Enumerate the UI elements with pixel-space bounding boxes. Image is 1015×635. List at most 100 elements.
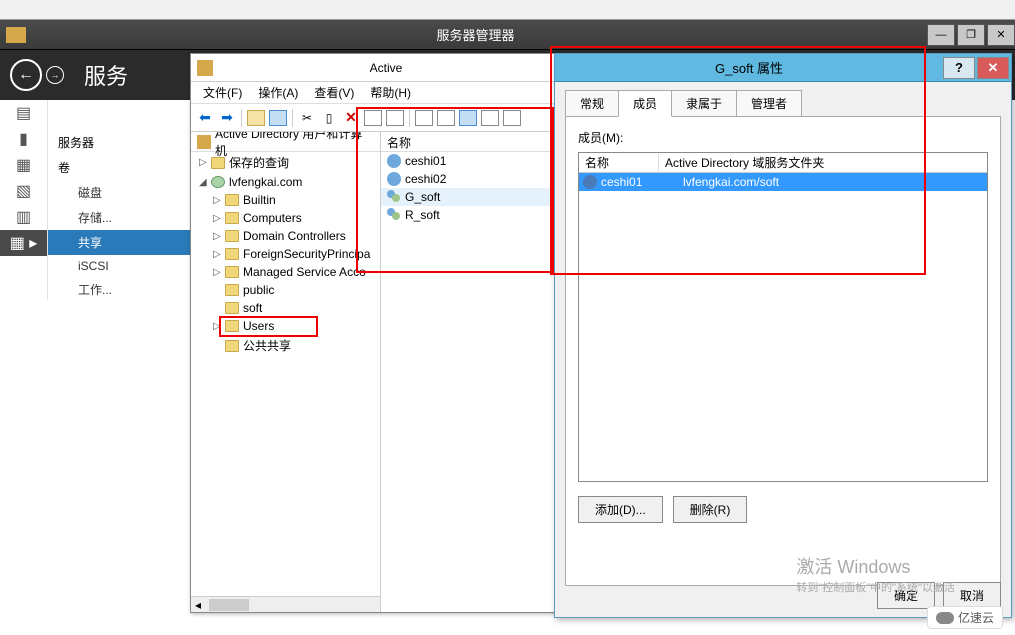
tb-sep — [292, 109, 293, 127]
tb-cut-icon[interactable]: ✂ — [297, 108, 317, 128]
add-button[interactable]: 添加(D)... — [578, 496, 663, 523]
tree-node[interactable]: public — [191, 281, 380, 299]
tb-properties-icon[interactable] — [268, 108, 288, 128]
group-icon — [387, 190, 401, 204]
aduc-title-bar: Active — [191, 54, 559, 82]
tb-copy-icon[interactable]: ▯ — [319, 108, 339, 128]
sidebar-item-shares[interactable]: 共享 — [48, 230, 190, 255]
tree-header: Active Directory 用户和计算机 — [191, 132, 380, 152]
sidebar-item-storage[interactable]: 存储... — [48, 205, 190, 230]
expander-icon[interactable]: ▷ — [213, 249, 225, 260]
aduc-window: Active 文件(F) 操作(A) 查看(V) 帮助(H) ⬅ ➡ ✂ ▯ ✕… — [190, 53, 560, 613]
rail-server-icon[interactable]: ▮ — [0, 126, 47, 152]
tb-back-icon[interactable]: ⬅ — [195, 108, 215, 128]
menu-action[interactable]: 操作(A) — [250, 84, 306, 101]
close-button[interactable]: ✕ — [987, 24, 1015, 46]
tb-action4-icon[interactable] — [480, 108, 500, 128]
list-header-name[interactable]: 名称 — [381, 132, 559, 152]
rail-shares-icon[interactable]: ▦ ▸ — [0, 230, 47, 256]
expander-icon[interactable]: ▷ — [213, 231, 225, 242]
user-icon — [387, 154, 401, 168]
members-list[interactable]: 名称 Active Directory 域服务文件夹 ceshi01lvfeng… — [578, 152, 988, 482]
back-button[interactable]: ← — [10, 59, 42, 91]
tb-action1-icon[interactable] — [414, 108, 434, 128]
tree-label: Computers — [243, 211, 302, 225]
tree-node[interactable]: ▷Managed Service Acco — [191, 263, 380, 281]
expander-icon[interactable]: ▷ — [213, 321, 225, 332]
tb-up-icon[interactable] — [246, 108, 266, 128]
rail-volumes-icon[interactable]: ▦ — [0, 152, 47, 178]
tree-node[interactable]: ◢ lvfengkai.com — [191, 173, 380, 191]
tb-refresh-icon[interactable] — [385, 108, 405, 128]
page-title: 服务 — [84, 59, 128, 91]
tb-props-icon[interactable] — [363, 108, 383, 128]
sidebar-item-volumes[interactable]: 卷 — [48, 155, 190, 180]
list-item[interactable]: R_soft — [381, 206, 559, 224]
col-name[interactable]: 名称 — [579, 154, 659, 171]
menu-help[interactable]: 帮助(H) — [362, 84, 419, 101]
tree-pane: Active Directory 用户和计算机 ▷保存的查询◢lvfengkai… — [191, 132, 381, 612]
tab-managedby[interactable]: 管理者 — [736, 90, 802, 117]
forward-button[interactable]: → — [46, 66, 64, 84]
list-item-label: G_soft — [405, 190, 440, 204]
menu-file[interactable]: 文件(F) — [195, 84, 250, 101]
expander-icon[interactable]: ▷ — [213, 195, 225, 206]
expander-icon[interactable]: ▷ — [213, 267, 225, 278]
rail-dashboard-icon[interactable]: ▤ — [0, 100, 47, 126]
expander-icon[interactable]: ▷ — [199, 157, 211, 168]
tree-node[interactable]: 公共共享 — [191, 335, 380, 356]
tree-label: lvfengkai.com — [229, 175, 302, 189]
rail-other2-icon[interactable]: ▥ — [0, 204, 47, 230]
tree-node[interactable]: ▷Users — [191, 317, 380, 335]
tb-action2-icon[interactable] — [436, 108, 456, 128]
list-item[interactable]: G_soft — [381, 188, 559, 206]
tb-sep — [241, 109, 242, 127]
sidebar-item-work[interactable]: 工作... — [48, 277, 190, 302]
tree-label: Domain Controllers — [243, 229, 346, 243]
tree-node[interactable]: ▷Builtin — [191, 191, 380, 209]
expander-icon[interactable]: ◢ — [199, 177, 211, 188]
tb-forward-icon[interactable]: ➡ — [217, 108, 237, 128]
toolbar: ⬅ ➡ ✂ ▯ ✕ — [191, 104, 559, 132]
list-item[interactable]: ceshi01 — [381, 152, 559, 170]
tree-label: public — [243, 283, 274, 297]
member-row[interactable]: ceshi01lvfengkai.com/soft — [579, 173, 987, 191]
sidebar-item-servers[interactable]: 服务器 — [48, 130, 190, 155]
menu-view[interactable]: 查看(V) — [306, 84, 362, 101]
maximize-button[interactable]: ❐ — [957, 24, 985, 46]
sidebar-item-disks[interactable]: 磁盘 — [48, 180, 190, 205]
dialog-close-button[interactable]: ✕ — [977, 57, 1009, 79]
tree-node[interactable]: ▷ForeignSecurityPrincipa — [191, 245, 380, 263]
expander-icon[interactable]: ▷ — [213, 213, 225, 224]
tree-node[interactable]: ▷ Computers — [191, 209, 380, 227]
tb-sep — [409, 109, 410, 127]
tab-body: 成员(M): 名称 Active Directory 域服务文件夹 ceshi0… — [565, 116, 1001, 586]
rail-other1-icon[interactable]: ▧ — [0, 178, 47, 204]
sidebar-icon-rail: ▤ ▮ ▦ ▧ ▥ ▦ ▸ — [0, 100, 48, 300]
horizontal-scrollbar[interactable]: ◂ — [191, 596, 380, 612]
minimize-button[interactable]: — — [927, 24, 955, 46]
aduc-title-text: Active — [219, 61, 553, 75]
tb-delete-icon[interactable]: ✕ — [341, 108, 361, 128]
tree-node[interactable]: soft — [191, 299, 380, 317]
folder-icon — [211, 176, 225, 188]
help-button[interactable]: ? — [943, 57, 975, 79]
col-folder[interactable]: Active Directory 域服务文件夹 — [659, 154, 987, 171]
members-list-header: 名称 Active Directory 域服务文件夹 — [579, 153, 987, 173]
tab-general[interactable]: 常规 — [565, 90, 619, 117]
tree-node[interactable]: ▷ Domain Controllers — [191, 227, 380, 245]
tb-action5-icon[interactable] — [502, 108, 522, 128]
list-item[interactable]: ceshi02 — [381, 170, 559, 188]
remove-button[interactable]: 删除(R) — [673, 496, 748, 523]
sidebar-item-iscsi[interactable]: iSCSI — [48, 255, 190, 277]
list-item-label: R_soft — [405, 208, 440, 222]
watermark-line1: 激活 Windows — [796, 553, 955, 579]
tab-memberof[interactable]: 隶属于 — [671, 90, 737, 117]
folder-icon — [225, 212, 239, 224]
folder-icon — [211, 157, 225, 169]
tab-members[interactable]: 成员 — [618, 90, 672, 117]
tree-label: soft — [243, 301, 262, 315]
tb-action3-icon[interactable] — [458, 108, 478, 128]
tab-strip: 常规 成员 隶属于 管理者 — [565, 90, 1011, 117]
list-item-label: ceshi02 — [405, 172, 446, 186]
